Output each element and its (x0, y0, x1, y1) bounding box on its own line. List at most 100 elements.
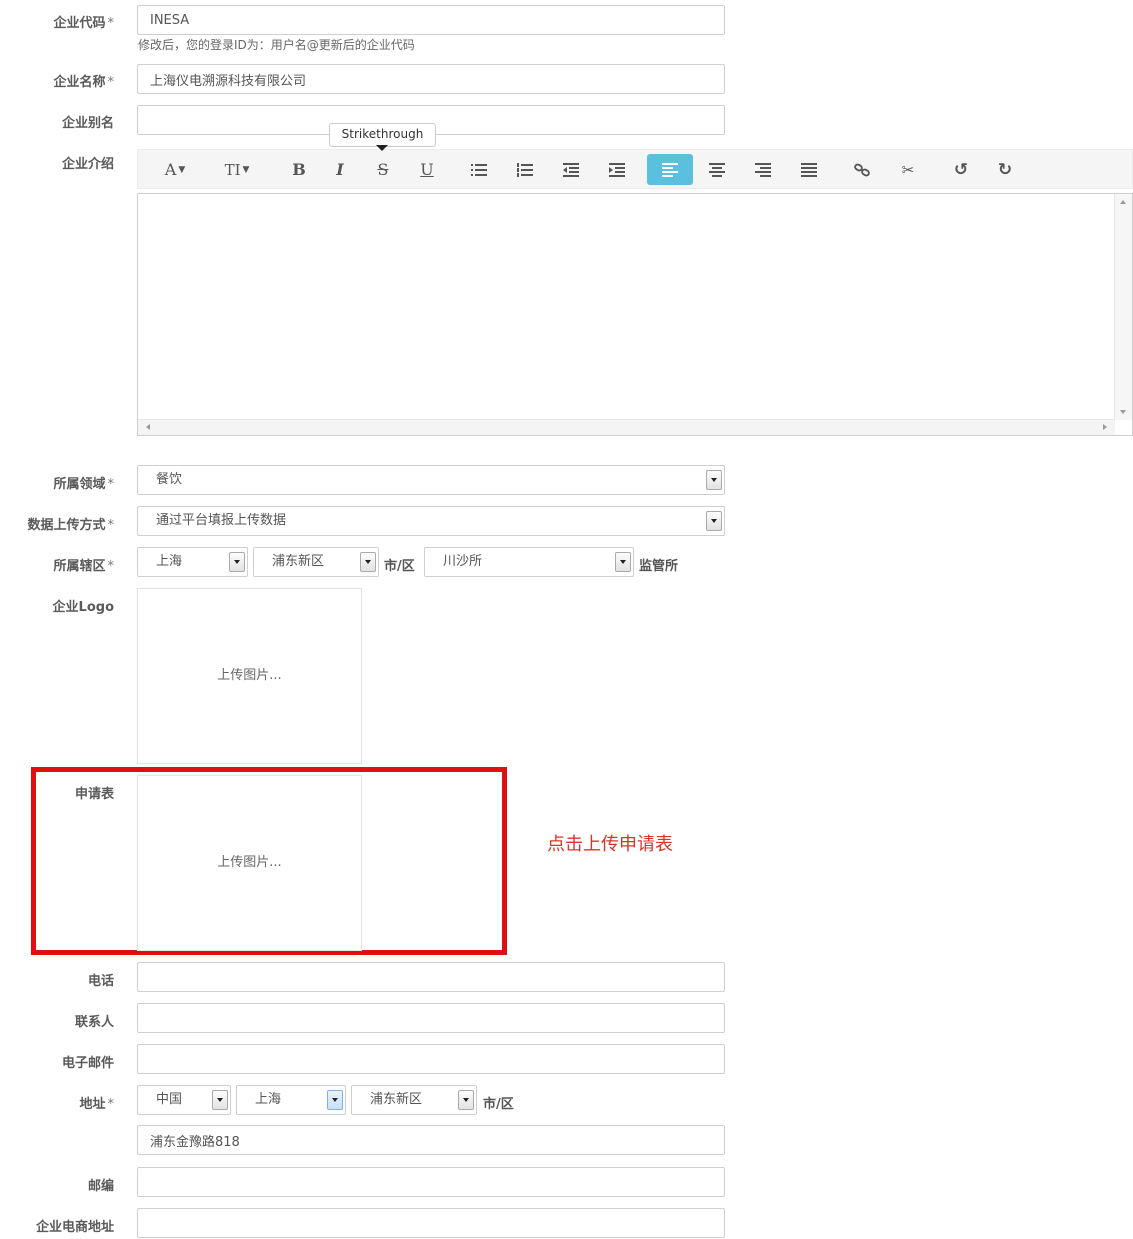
phone-input[interactable] (137, 962, 725, 992)
domain-value: 餐饮 (156, 472, 183, 487)
email-label: 电子邮件 (61, 1056, 114, 1071)
align-center-button[interactable] (694, 154, 740, 185)
unlink-button[interactable]: ✂ (885, 154, 931, 185)
align-left-button[interactable] (647, 154, 693, 185)
phone-label: 电话 (87, 974, 114, 989)
strikethrough-icon: S (377, 160, 389, 179)
company-code-label: 企业代码 * (53, 16, 114, 31)
chevron-down-icon[interactable] (212, 1090, 228, 1110)
indent-button[interactable] (594, 154, 640, 185)
region-province-select[interactable]: 上海 (137, 547, 248, 577)
chevron-down-icon[interactable] (229, 552, 245, 572)
underline-icon: U (420, 160, 434, 179)
email-input[interactable] (137, 1044, 725, 1074)
align-left-icon (662, 162, 678, 177)
numbered-list-button[interactable] (502, 154, 548, 185)
region-district-value: 浦东新区 (272, 554, 325, 569)
address-district-suffix: 市/区 (483, 1097, 514, 1112)
chevron-down-icon[interactable] (706, 511, 722, 531)
scroll-up-icon[interactable] (1120, 200, 1126, 204)
editor-vertical-scrollbar[interactable] (1114, 194, 1132, 420)
intro-editor[interactable] (137, 193, 1133, 436)
scroll-right-icon[interactable] (1103, 424, 1107, 430)
address-district-value: 浦东新区 (370, 1092, 423, 1107)
chevron-down-icon[interactable] (458, 1090, 474, 1110)
font-icon: A (164, 160, 177, 179)
zip-input[interactable] (137, 1167, 725, 1197)
logo-upload[interactable]: 上传图片... (137, 588, 362, 764)
scroll-down-icon[interactable] (1120, 410, 1126, 414)
justify-button[interactable] (786, 154, 832, 185)
editor-horizontal-scrollbar[interactable] (138, 419, 1115, 435)
text-height-icon: TI (224, 160, 241, 179)
link-icon (854, 163, 870, 176)
bold-button[interactable]: B (276, 154, 322, 185)
address-country-value: 中国 (156, 1092, 183, 1107)
company-code-hint: 修改后，您的登录ID为：用户名@更新后的企业代码 (138, 38, 415, 52)
upload-method-select[interactable]: 通过平台填报上传数据 (137, 506, 725, 536)
ecommerce-input[interactable] (137, 1208, 725, 1238)
chevron-down-icon[interactable] (706, 470, 722, 490)
address-label: 地址 * (79, 1097, 114, 1112)
tooltip-arrow (376, 145, 388, 151)
company-name-input[interactable] (137, 64, 725, 94)
font-size-button[interactable]: TI ▼ (214, 154, 260, 185)
editor-toolbar: A ▼ TI ▼ B I S U ✂ ↺ ↻ (137, 149, 1133, 189)
region-district-suffix: 市/区 (384, 559, 415, 574)
scroll-left-icon[interactable] (146, 424, 150, 430)
undo-icon: ↺ (953, 159, 969, 180)
address-district-select[interactable]: 浦东新区 (351, 1085, 477, 1115)
align-right-icon (755, 162, 771, 177)
contact-label: 联系人 (74, 1015, 114, 1030)
font-button[interactable]: A ▼ (152, 154, 198, 185)
contact-input[interactable] (137, 1003, 725, 1033)
application-label: 申请表 (74, 787, 114, 802)
redo-icon: ↻ (997, 159, 1013, 180)
undo-button[interactable]: ↺ (938, 154, 984, 185)
italic-button[interactable]: I (317, 154, 363, 185)
region-district-select[interactable]: 浦东新区 (253, 547, 379, 577)
chevron-down-icon[interactable] (360, 552, 376, 572)
bold-icon: B (292, 160, 306, 179)
company-alias-label: 企业别名 (61, 116, 114, 131)
bullet-list-button[interactable] (456, 154, 502, 185)
company-intro-label: 企业介绍 (61, 157, 114, 172)
company-name-label: 企业名称 * (53, 75, 114, 90)
underline-button[interactable]: U (404, 154, 450, 185)
upload-method-value: 通过平台填报上传数据 (156, 513, 287, 528)
italic-icon: I (336, 160, 344, 179)
upload-application-note: 点击上传申请表 (547, 834, 673, 855)
address-province-value: 上海 (255, 1092, 282, 1107)
region-office-value: 川沙所 (443, 554, 483, 569)
region-province-value: 上海 (156, 554, 183, 569)
application-upload[interactable]: 上传图片... (137, 775, 362, 951)
strikethrough-button[interactable]: S (360, 154, 406, 185)
domain-label: 所属领域 * (53, 477, 114, 492)
numbered-list-icon (517, 162, 533, 177)
address-province-select[interactable]: 上海 (236, 1085, 346, 1115)
domain-select[interactable]: 餐饮 (137, 465, 725, 495)
ecommerce-label: 企业电商地址 (35, 1220, 114, 1235)
align-right-button[interactable] (740, 154, 786, 185)
outdent-button[interactable] (548, 154, 594, 185)
indent-icon (609, 162, 625, 177)
outdent-icon (563, 162, 579, 177)
align-center-icon (709, 162, 725, 177)
chevron-down-icon[interactable] (327, 1090, 343, 1110)
region-office-suffix: 监管所 (639, 559, 679, 574)
link-button[interactable] (839, 154, 885, 185)
chevron-down-icon: ▼ (178, 164, 186, 175)
chevron-down-icon: ▼ (242, 164, 250, 175)
address-street-input[interactable] (137, 1125, 725, 1155)
chevron-down-icon[interactable] (615, 552, 631, 572)
address-country-select[interactable]: 中国 (137, 1085, 231, 1115)
upload-method-label: 数据上传方式 * (27, 518, 114, 533)
zip-label: 邮编 (87, 1179, 114, 1194)
strikethrough-tooltip: Strikethrough (329, 123, 436, 147)
company-code-input[interactable] (137, 5, 725, 35)
scissors-icon: ✂ (901, 160, 915, 179)
redo-button[interactable]: ↻ (982, 154, 1028, 185)
region-label: 所属辖区 * (53, 559, 114, 574)
bullet-list-icon (471, 163, 487, 176)
region-office-select[interactable]: 川沙所 (424, 547, 634, 577)
